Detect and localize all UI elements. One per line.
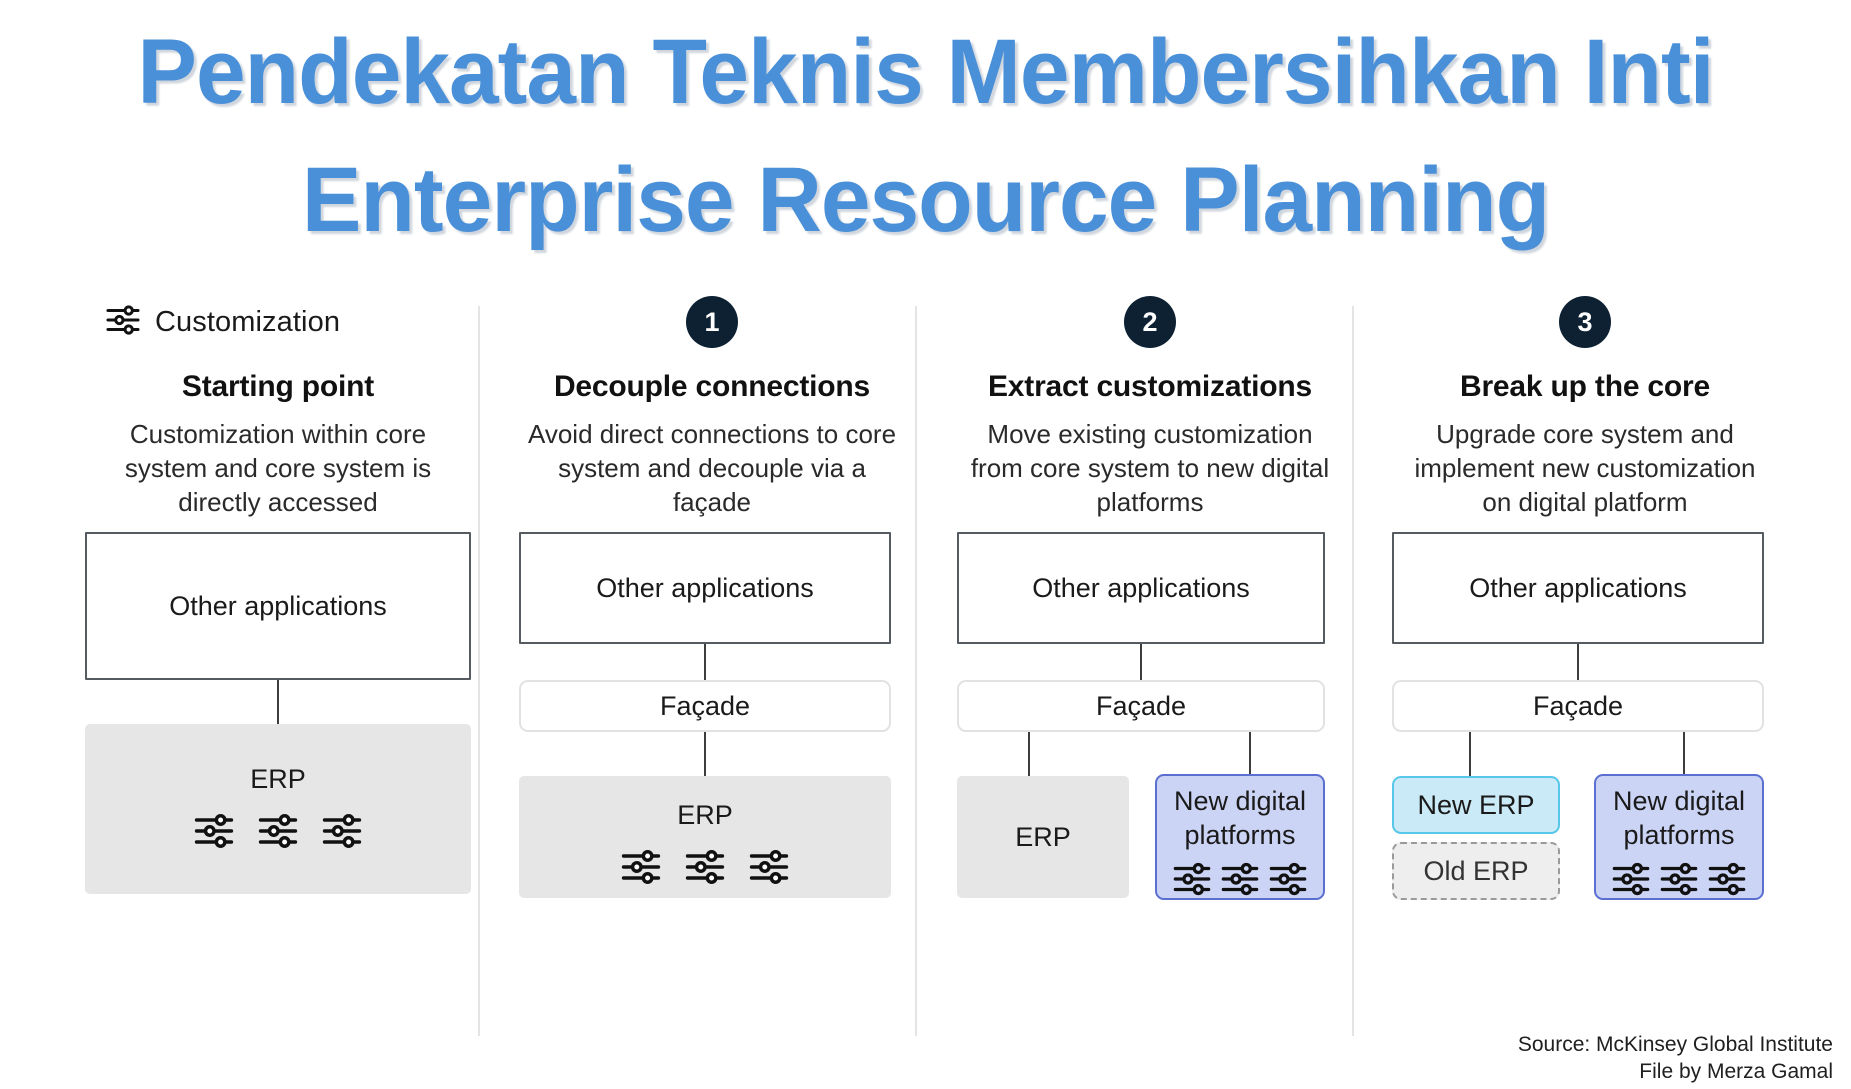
box-old-erp: Old ERP	[1392, 842, 1560, 900]
box-label: Other applications	[1032, 572, 1250, 603]
customization-icon-row	[192, 809, 364, 860]
customization-icon-row	[1610, 858, 1748, 907]
column-break-up-the-core: 3 Break up the core Upgrade core system …	[1385, 296, 1785, 1036]
box-erp: ERP	[85, 724, 471, 894]
sliders-icon	[320, 809, 364, 860]
column-decouple-connections: 1 Decouple connections Avoid direct conn…	[512, 296, 912, 1036]
source-line-1: Source: McKinsey Global Institute	[1517, 1033, 1833, 1056]
column-diagram: Other applications Façade ERP New digita…	[950, 520, 1350, 1036]
column-divider-3	[1352, 306, 1354, 1036]
connector-facade-to-erp	[704, 732, 706, 776]
box-label: ERP	[677, 800, 733, 830]
step-badge: 3	[1559, 296, 1611, 348]
connector-facade-to-new-digital	[1683, 732, 1685, 776]
box-label: ERP	[250, 764, 306, 794]
column-title: Decouple connections	[553, 370, 871, 403]
column-title: Starting point	[181, 370, 375, 403]
box-label: New digital platforms	[1612, 786, 1746, 850]
column-starting-point: Customization Starting point Customizati…	[78, 296, 478, 1036]
connector-apps-to-facade	[704, 644, 706, 680]
sliders-icon	[1658, 858, 1700, 907]
column-divider-1	[478, 306, 480, 1036]
column-extract-customizations: 2 Extract customizations Move existing c…	[950, 296, 1350, 1036]
column-header: 2 Extract customizations Move existing c…	[950, 296, 1350, 520]
box-erp: ERP	[519, 776, 891, 898]
page-title-line-2: Enterprise Resource Planning	[301, 149, 1550, 251]
box-label: Other applications	[1469, 572, 1687, 603]
customization-legend-label: Customization	[155, 305, 341, 338]
box-label: New ERP	[1417, 789, 1535, 820]
sliders-icon	[104, 301, 142, 344]
column-header: 3 Break up the core Upgrade core system …	[1385, 296, 1785, 520]
column-diagram: Other applications ERP	[78, 520, 478, 1036]
box-label: Other applications	[169, 590, 387, 621]
connector-facade-to-new-digital	[1249, 732, 1251, 776]
box-label: Other applications	[596, 572, 814, 603]
sliders-icon	[192, 809, 236, 860]
source-line-2: File by Merza Gamal	[1639, 1060, 1833, 1083]
sliders-icon	[1219, 858, 1261, 907]
sliders-icon	[683, 845, 727, 896]
column-header: 1 Decouple connections Avoid direct conn…	[512, 296, 912, 520]
sliders-icon	[1267, 858, 1309, 907]
column-description: Avoid direct connections to core system …	[527, 419, 897, 517]
sliders-icon	[747, 845, 791, 896]
box-new-erp: New ERP	[1392, 776, 1560, 834]
box-other-applications: Other applications	[957, 532, 1325, 644]
step-badge: 2	[1124, 296, 1176, 348]
page-title: Pendekatan Teknis Membersihkan Inti Ente…	[0, 8, 1851, 264]
box-erp: ERP	[957, 776, 1129, 898]
column-title: Extract customizations	[987, 370, 1313, 403]
box-label: Façade	[1532, 690, 1624, 721]
box-facade: Façade	[957, 680, 1325, 732]
column-description: Customization within core system and cor…	[124, 419, 432, 517]
box-label: Façade	[659, 690, 751, 721]
box-other-applications: Other applications	[1392, 532, 1764, 644]
column-header: Customization Starting point Customizati…	[78, 296, 478, 520]
column-title: Break up the core	[1459, 370, 1711, 403]
connector-facade-to-erp	[1028, 732, 1030, 776]
connector-apps-to-facade	[1140, 644, 1142, 680]
box-facade: Façade	[1392, 680, 1764, 732]
column-diagram: Other applications Façade ERP	[512, 520, 912, 1036]
box-label: Façade	[1095, 690, 1187, 721]
column-description: Move existing customization from core sy…	[970, 419, 1330, 517]
column-description: Upgrade core system and implement new cu…	[1414, 419, 1756, 517]
column-divider-2	[915, 306, 917, 1036]
connector-apps-to-facade	[1577, 644, 1579, 680]
step-badge: 1	[686, 296, 738, 348]
diagram-columns: Customization Starting point Customizati…	[0, 296, 1851, 1036]
connector-apps-to-erp	[277, 680, 279, 724]
sliders-icon	[1171, 858, 1213, 907]
source-credit: Source: McKinsey Global Institute File b…	[1233, 1031, 1833, 1085]
box-facade: Façade	[519, 680, 891, 732]
connector-facade-to-new-erp	[1469, 732, 1471, 776]
customization-legend: Customization	[78, 296, 478, 348]
column-diagram: Other applications Façade New ERP Old ER…	[1385, 520, 1785, 1036]
sliders-icon	[1706, 858, 1748, 907]
box-label: Old ERP	[1423, 855, 1529, 886]
box-label: ERP	[1015, 821, 1071, 852]
sliders-icon	[1610, 858, 1652, 907]
box-new-digital-platforms: New digital platforms	[1155, 774, 1325, 900]
sliders-icon	[619, 845, 663, 896]
box-other-applications: Other applications	[85, 532, 471, 680]
box-label: New digital platforms	[1173, 786, 1307, 850]
box-new-digital-platforms: New digital platforms	[1594, 774, 1764, 900]
page-title-line-1: Pendekatan Teknis Membersihkan Inti	[137, 21, 1714, 123]
customization-icon-row	[619, 845, 791, 896]
box-other-applications: Other applications	[519, 532, 891, 644]
sliders-icon	[256, 809, 300, 860]
customization-icon-row	[1171, 858, 1309, 907]
